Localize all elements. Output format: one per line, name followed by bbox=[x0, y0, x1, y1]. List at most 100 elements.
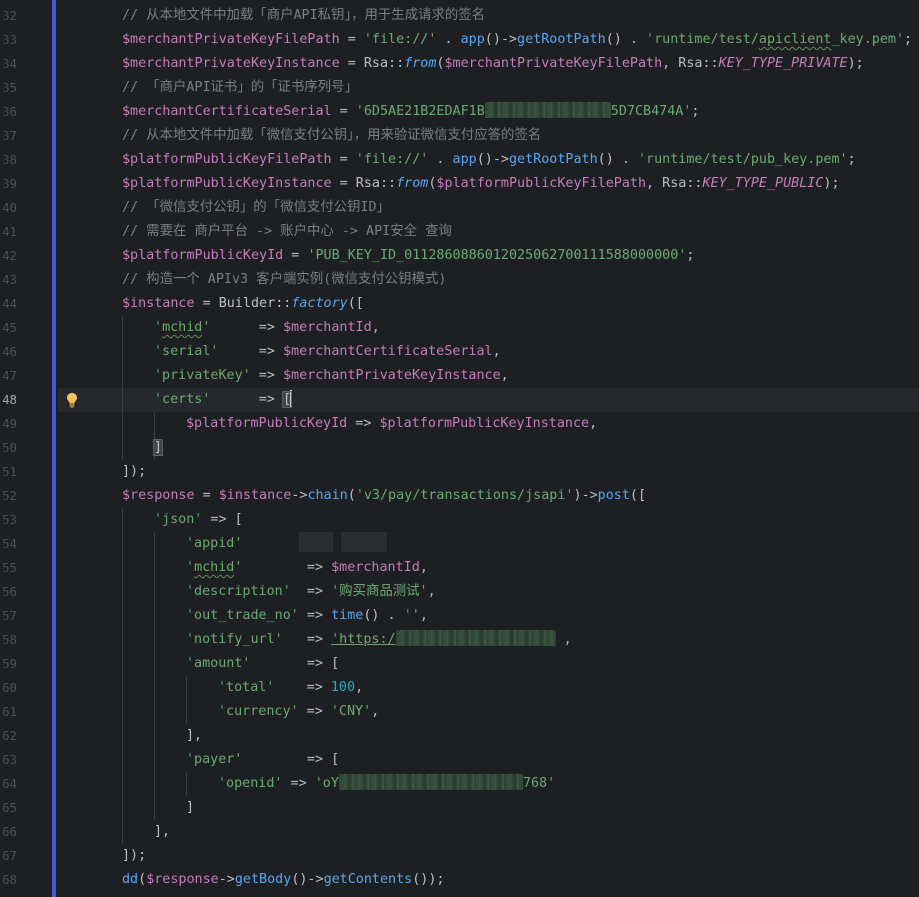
line-number[interactable]: 61 bbox=[0, 700, 17, 724]
line-number[interactable]: 40 bbox=[0, 196, 17, 220]
code-line-67[interactable]: ]); bbox=[58, 844, 919, 868]
line-number[interactable]: 57 bbox=[0, 604, 17, 628]
comment: // 「微信支付公钥」的「微信支付公钥ID」 bbox=[122, 200, 390, 215]
code-line-52[interactable]: $response = $instance->chain('v3/pay/tra… bbox=[58, 484, 919, 508]
code-line-48[interactable]: 'certs' => [ bbox=[58, 388, 919, 412]
line-number[interactable]: 51 bbox=[0, 460, 17, 484]
variable: $platformPublicKeyInstance bbox=[379, 416, 590, 431]
code-line-32[interactable]: // 从本地文件中加载「商户API私钥」，用于生成请求的签名 bbox=[58, 4, 919, 28]
line-number[interactable]: 53 bbox=[0, 508, 17, 532]
line-number[interactable]: 52 bbox=[0, 484, 17, 508]
comment: // 需要在 商户平台 -> 账户中心 -> API安全 查询 bbox=[122, 224, 452, 239]
class-name: Builder bbox=[218, 296, 276, 311]
variable: $platformPublicKeyFilePath bbox=[436, 176, 647, 191]
line-number[interactable]: 46 bbox=[0, 340, 17, 364]
line-number[interactable]: 45 bbox=[0, 316, 17, 340]
code-line-47[interactable]: 'privateKey' => $merchantPrivateKeyInsta… bbox=[58, 364, 919, 388]
line-number[interactable]: 38 bbox=[0, 148, 17, 172]
code-line-46[interactable]: 'serial' => $merchantCertificateSerial, bbox=[58, 340, 919, 364]
line-number[interactable]: 32 bbox=[0, 4, 17, 28]
matched-bracket: ] bbox=[152, 439, 164, 456]
comment: // 从本地文件中加载「微信支付公钥」，用来验证微信支付应答的签名 bbox=[122, 128, 542, 143]
line-number[interactable]: 39 bbox=[0, 172, 17, 196]
array-key: 'certs' bbox=[154, 392, 211, 407]
variable: $merchantPrivateKeyInstance bbox=[283, 368, 501, 383]
line-number[interactable]: 67 bbox=[0, 844, 17, 868]
line-number[interactable]: 41 bbox=[0, 220, 17, 244]
code-line-56[interactable]: 'description' => '购买商品测试', bbox=[58, 580, 919, 604]
class-name: Rsa bbox=[355, 176, 380, 191]
code-line-36[interactable]: $merchantCertificateSerial = '6D5AE21B2E… bbox=[58, 100, 919, 124]
static-method: factory bbox=[291, 296, 348, 311]
line-number[interactable]: 66 bbox=[0, 820, 17, 844]
line-number[interactable]: 60 bbox=[0, 676, 17, 700]
line-number[interactable]: 35 bbox=[0, 76, 17, 100]
code-line-68[interactable]: dd($response->getBody()->getContents()); bbox=[58, 868, 919, 892]
code-line-66[interactable]: ], bbox=[58, 820, 919, 844]
line-number[interactable]: 68 bbox=[0, 868, 17, 892]
code-line-58[interactable]: 'notify_url' => 'https:/ , bbox=[58, 628, 919, 652]
code-line-43[interactable]: // 构造一个 APIv3 客户端实例(微信支付公钥模式) bbox=[58, 268, 919, 292]
class-constant: KEY_TYPE_PUBLIC bbox=[702, 176, 824, 191]
method-call: post bbox=[597, 488, 630, 503]
string: 5D7CB474A' bbox=[610, 104, 692, 119]
function-call: app bbox=[452, 152, 477, 167]
line-number[interactable]: 58 bbox=[0, 628, 17, 652]
array-key: 'json' bbox=[154, 512, 203, 527]
code-line-33[interactable]: $merchantPrivateKeyFilePath = 'file://' … bbox=[58, 28, 919, 52]
code-line-50[interactable]: ] bbox=[58, 436, 919, 460]
code-line-38[interactable]: $platformPublicKeyFilePath = 'file://' .… bbox=[58, 148, 919, 172]
code-line-59[interactable]: 'amount' => [ bbox=[58, 652, 919, 676]
function-call: time bbox=[331, 608, 364, 623]
line-number[interactable]: 37 bbox=[0, 124, 17, 148]
code-line-64[interactable]: 'openid' => 'oY 768' bbox=[58, 772, 919, 796]
line-number[interactable]: 59 bbox=[0, 652, 17, 676]
line-number[interactable]: 33 bbox=[0, 28, 17, 52]
line-number[interactable]: 64 bbox=[0, 772, 17, 796]
code-line-63[interactable]: 'payer' => [ bbox=[58, 748, 919, 772]
line-number[interactable]: 63 bbox=[0, 748, 17, 772]
code-line-62[interactable]: ], bbox=[58, 724, 919, 748]
line-number[interactable]: 42 bbox=[0, 244, 17, 268]
code-line-57[interactable]: 'out_trade_no' => time() . '', bbox=[58, 604, 919, 628]
code-line-35[interactable]: // 「商户API证书」的「证书序列号」 bbox=[58, 76, 919, 100]
line-number[interactable]: 47 bbox=[0, 364, 17, 388]
string: 'CNY' bbox=[330, 704, 372, 719]
line-number[interactable]: 62 bbox=[0, 724, 17, 748]
code-line-65[interactable]: ] bbox=[58, 796, 919, 820]
code-line-61[interactable]: 'currency' => 'CNY', bbox=[58, 700, 919, 724]
code-line-37[interactable]: // 从本地文件中加载「微信支付公钥」，用来验证微信支付应答的签名 bbox=[58, 124, 919, 148]
line-number[interactable]: 55 bbox=[0, 556, 17, 580]
string: '6D5AE21B2EDAF1B bbox=[355, 104, 485, 119]
line-number[interactable]: 56 bbox=[0, 580, 17, 604]
code-line-60[interactable]: 'total' => 100, bbox=[58, 676, 919, 700]
code-line-55[interactable]: 'mchid' => $merchantId, bbox=[58, 556, 919, 580]
code-line-53[interactable]: 'json' => [ bbox=[58, 508, 919, 532]
line-number[interactable]: 43 bbox=[0, 268, 17, 292]
line-number[interactable]: 50 bbox=[0, 436, 17, 460]
code-line-39[interactable]: $platformPublicKeyInstance = Rsa::from($… bbox=[58, 172, 919, 196]
array-key: 'amount' bbox=[186, 656, 251, 671]
line-number[interactable]: 54 bbox=[0, 532, 17, 556]
code-line-40[interactable]: // 「微信支付公钥」的「微信支付公钥ID」 bbox=[58, 196, 919, 220]
code-line-45[interactable]: 'mchid' => $merchantId, bbox=[58, 316, 919, 340]
code-line-54[interactable]: 'appid' bbox=[58, 532, 919, 556]
code-editor[interactable]: 32 33 34 35 36 37 38 39 40 41 42 43 44 45 46 47 48 49 50 51… bbox=[0, 0, 919, 897]
number: 100 bbox=[330, 680, 356, 695]
code-line-34[interactable]: $merchantPrivateKeyInstance = Rsa::from(… bbox=[58, 52, 919, 76]
array-key: 'total' bbox=[218, 680, 275, 695]
variable: $platformPublicKeyFilePath bbox=[122, 152, 332, 167]
code-line-42[interactable]: $platformPublicKeyId = 'PUB_KEY_ID_01128… bbox=[58, 244, 919, 268]
redacted-region bbox=[298, 532, 333, 552]
code-line-49[interactable]: $platformPublicKeyId => $platformPublicK… bbox=[58, 412, 919, 436]
line-number[interactable]: 48 bbox=[0, 388, 17, 412]
line-number[interactable]: 44 bbox=[0, 292, 17, 316]
url-string[interactable]: 'https:/ bbox=[331, 632, 396, 647]
line-number[interactable]: 36 bbox=[0, 100, 17, 124]
code-line-51[interactable]: ]); bbox=[58, 460, 919, 484]
code-line-44[interactable]: $instance = Builder::factory([ bbox=[58, 292, 919, 316]
line-number[interactable]: 65 bbox=[0, 796, 17, 820]
line-number[interactable]: 34 bbox=[0, 52, 17, 76]
code-line-41[interactable]: // 需要在 商户平台 -> 账户中心 -> API安全 查询 bbox=[58, 220, 919, 244]
line-number[interactable]: 49 bbox=[0, 412, 17, 436]
